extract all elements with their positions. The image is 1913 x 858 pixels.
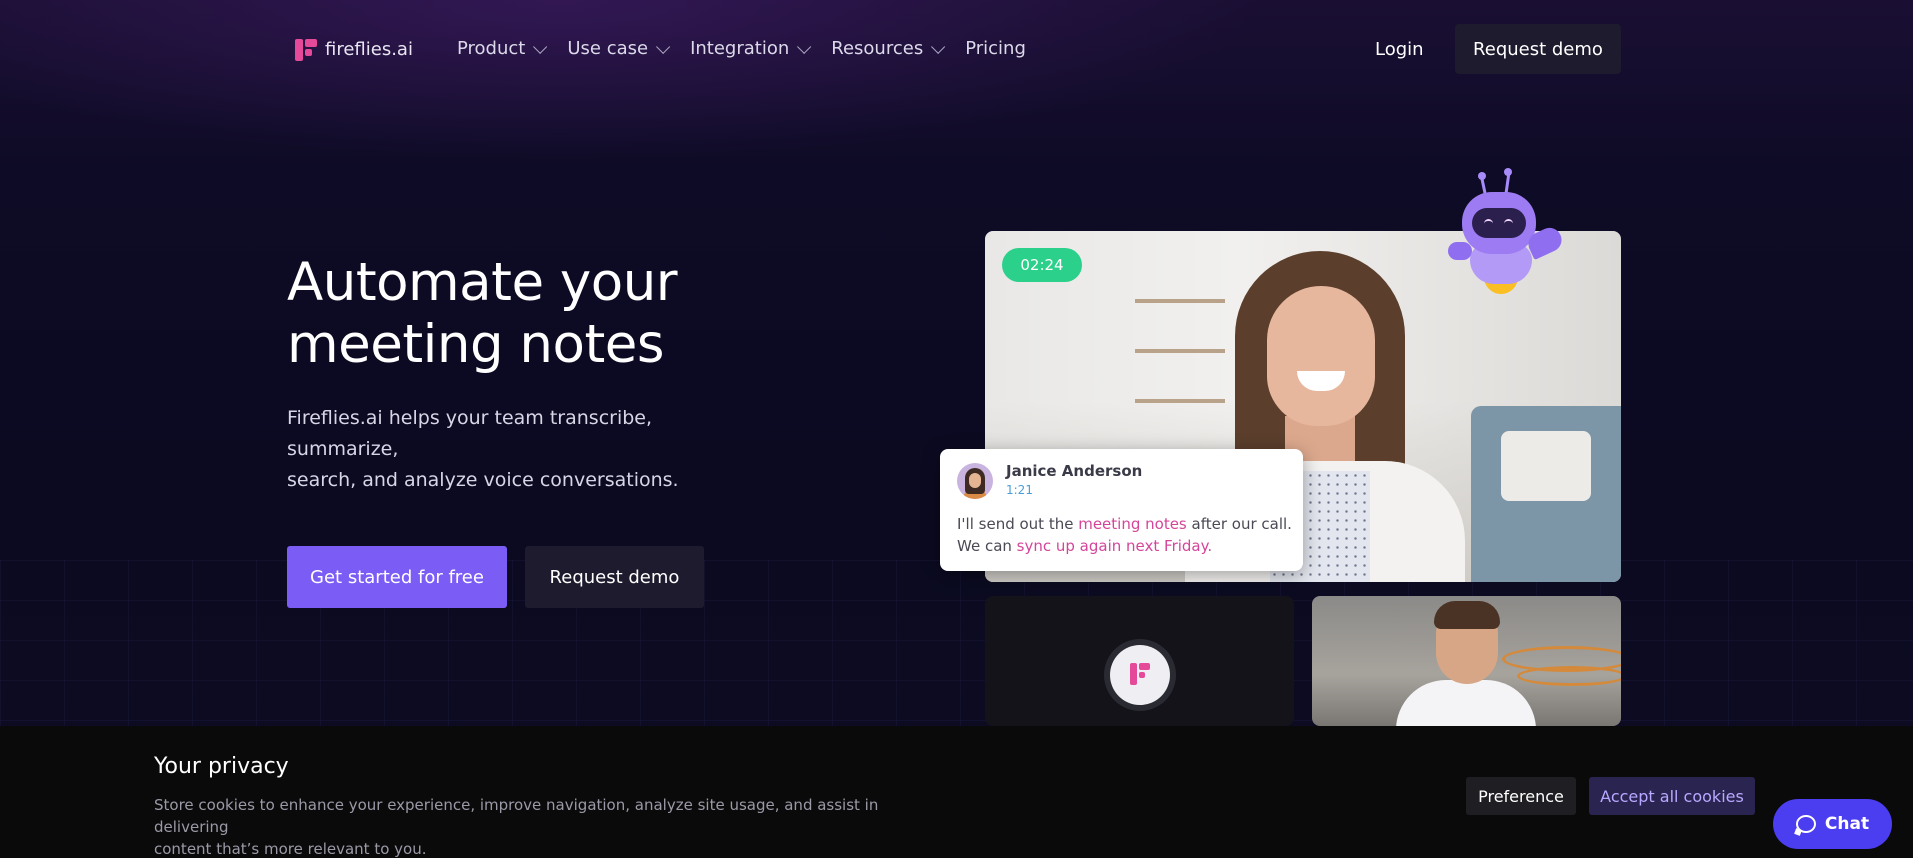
robot-mascot-icon bbox=[1448, 168, 1566, 296]
shelf bbox=[1135, 299, 1225, 303]
hero-title-line-2: meeting notes bbox=[287, 314, 664, 375]
chevron-down-icon bbox=[533, 39, 548, 54]
shelf bbox=[1135, 349, 1225, 353]
nav-item-integration[interactable]: Integration bbox=[690, 38, 812, 59]
speaker-face bbox=[1267, 286, 1375, 426]
nav-item-resources[interactable]: Resources bbox=[831, 38, 946, 59]
chevron-down-icon bbox=[931, 39, 946, 54]
nav-item-use-case[interactable]: Use case bbox=[567, 38, 671, 59]
cookie-preference-button[interactable]: Preference bbox=[1466, 777, 1576, 815]
caption-text-part: after our call. bbox=[1186, 515, 1292, 533]
caption-highlight: meeting notes bbox=[1078, 515, 1187, 533]
nav-item-label: Pricing bbox=[965, 38, 1026, 59]
ceiling-lamp bbox=[1517, 666, 1621, 686]
fireflies-logo-icon bbox=[295, 37, 317, 61]
cushion bbox=[1501, 431, 1591, 501]
caption-text-part: We can bbox=[957, 537, 1017, 555]
main-menu: Product Use case Integration Resources P… bbox=[457, 38, 1050, 59]
chevron-down-icon bbox=[797, 39, 812, 54]
hero-title: Automate your meeting notes bbox=[287, 252, 807, 376]
cookie-banner: Your privacy Store cookies to enhance yo… bbox=[0, 726, 1913, 858]
caption-highlight: sync up again next Friday. bbox=[1016, 537, 1213, 555]
chat-bubble-icon bbox=[1795, 815, 1816, 833]
hero-subtitle-line-1: Fireflies.ai helps your team transcribe,… bbox=[287, 407, 653, 460]
hero-subtitle: Fireflies.ai helps your team transcribe,… bbox=[287, 403, 767, 496]
caption-text: I'll send out the meeting notes after ou… bbox=[957, 513, 1292, 557]
caption-text-part: I'll send out the bbox=[957, 515, 1079, 533]
login-link[interactable]: Login bbox=[1375, 39, 1424, 60]
participant-shirt bbox=[1396, 680, 1536, 726]
participant-video-tile bbox=[1312, 596, 1621, 726]
nav-item-pricing[interactable]: Pricing bbox=[965, 38, 1026, 59]
chat-button[interactable]: Chat bbox=[1773, 799, 1892, 849]
logo-link[interactable]: fireflies.ai bbox=[295, 37, 413, 61]
fireflies-bot-tile bbox=[985, 596, 1294, 726]
nav-item-product[interactable]: Product bbox=[457, 38, 548, 59]
logo-text: fireflies.ai bbox=[325, 38, 413, 60]
hero-request-demo-button[interactable]: Request demo bbox=[525, 546, 704, 608]
cookie-text-line-1: Store cookies to enhance your experience… bbox=[154, 796, 879, 836]
avatar bbox=[957, 463, 993, 499]
caption-speaker-name: Janice Anderson bbox=[1006, 462, 1143, 480]
top-navbar: fireflies.ai Product Use case Integratio… bbox=[0, 24, 1913, 74]
recording-timer: 02:24 bbox=[1002, 248, 1082, 282]
fireflies-logo-icon bbox=[1110, 645, 1170, 705]
hero-subtitle-line-2: search, and analyze voice conversations. bbox=[287, 469, 679, 491]
nav-item-label: Use case bbox=[567, 38, 649, 59]
nav-request-demo-button[interactable]: Request demo bbox=[1455, 24, 1621, 74]
nav-item-label: Integration bbox=[690, 38, 790, 59]
chat-label: Chat bbox=[1824, 814, 1870, 834]
caption-timestamp: 1:21 bbox=[1006, 483, 1033, 497]
chevron-down-icon bbox=[656, 39, 671, 54]
participant-hair bbox=[1434, 601, 1500, 629]
accept-all-cookies-button[interactable]: Accept all cookies bbox=[1589, 777, 1755, 815]
nav-item-label: Product bbox=[457, 38, 526, 59]
nav-item-label: Resources bbox=[831, 38, 924, 59]
get-started-button[interactable]: Get started for free bbox=[287, 546, 507, 608]
cookie-text: Store cookies to enhance your experience… bbox=[154, 794, 944, 858]
hero-title-line-1: Automate your bbox=[287, 252, 678, 313]
cookie-title: Your privacy bbox=[154, 754, 289, 779]
cookie-text-line-2: content that’s more relevant to you. bbox=[154, 840, 427, 858]
transcript-caption-card: Janice Anderson 1:21 I'll send out the m… bbox=[940, 449, 1303, 571]
